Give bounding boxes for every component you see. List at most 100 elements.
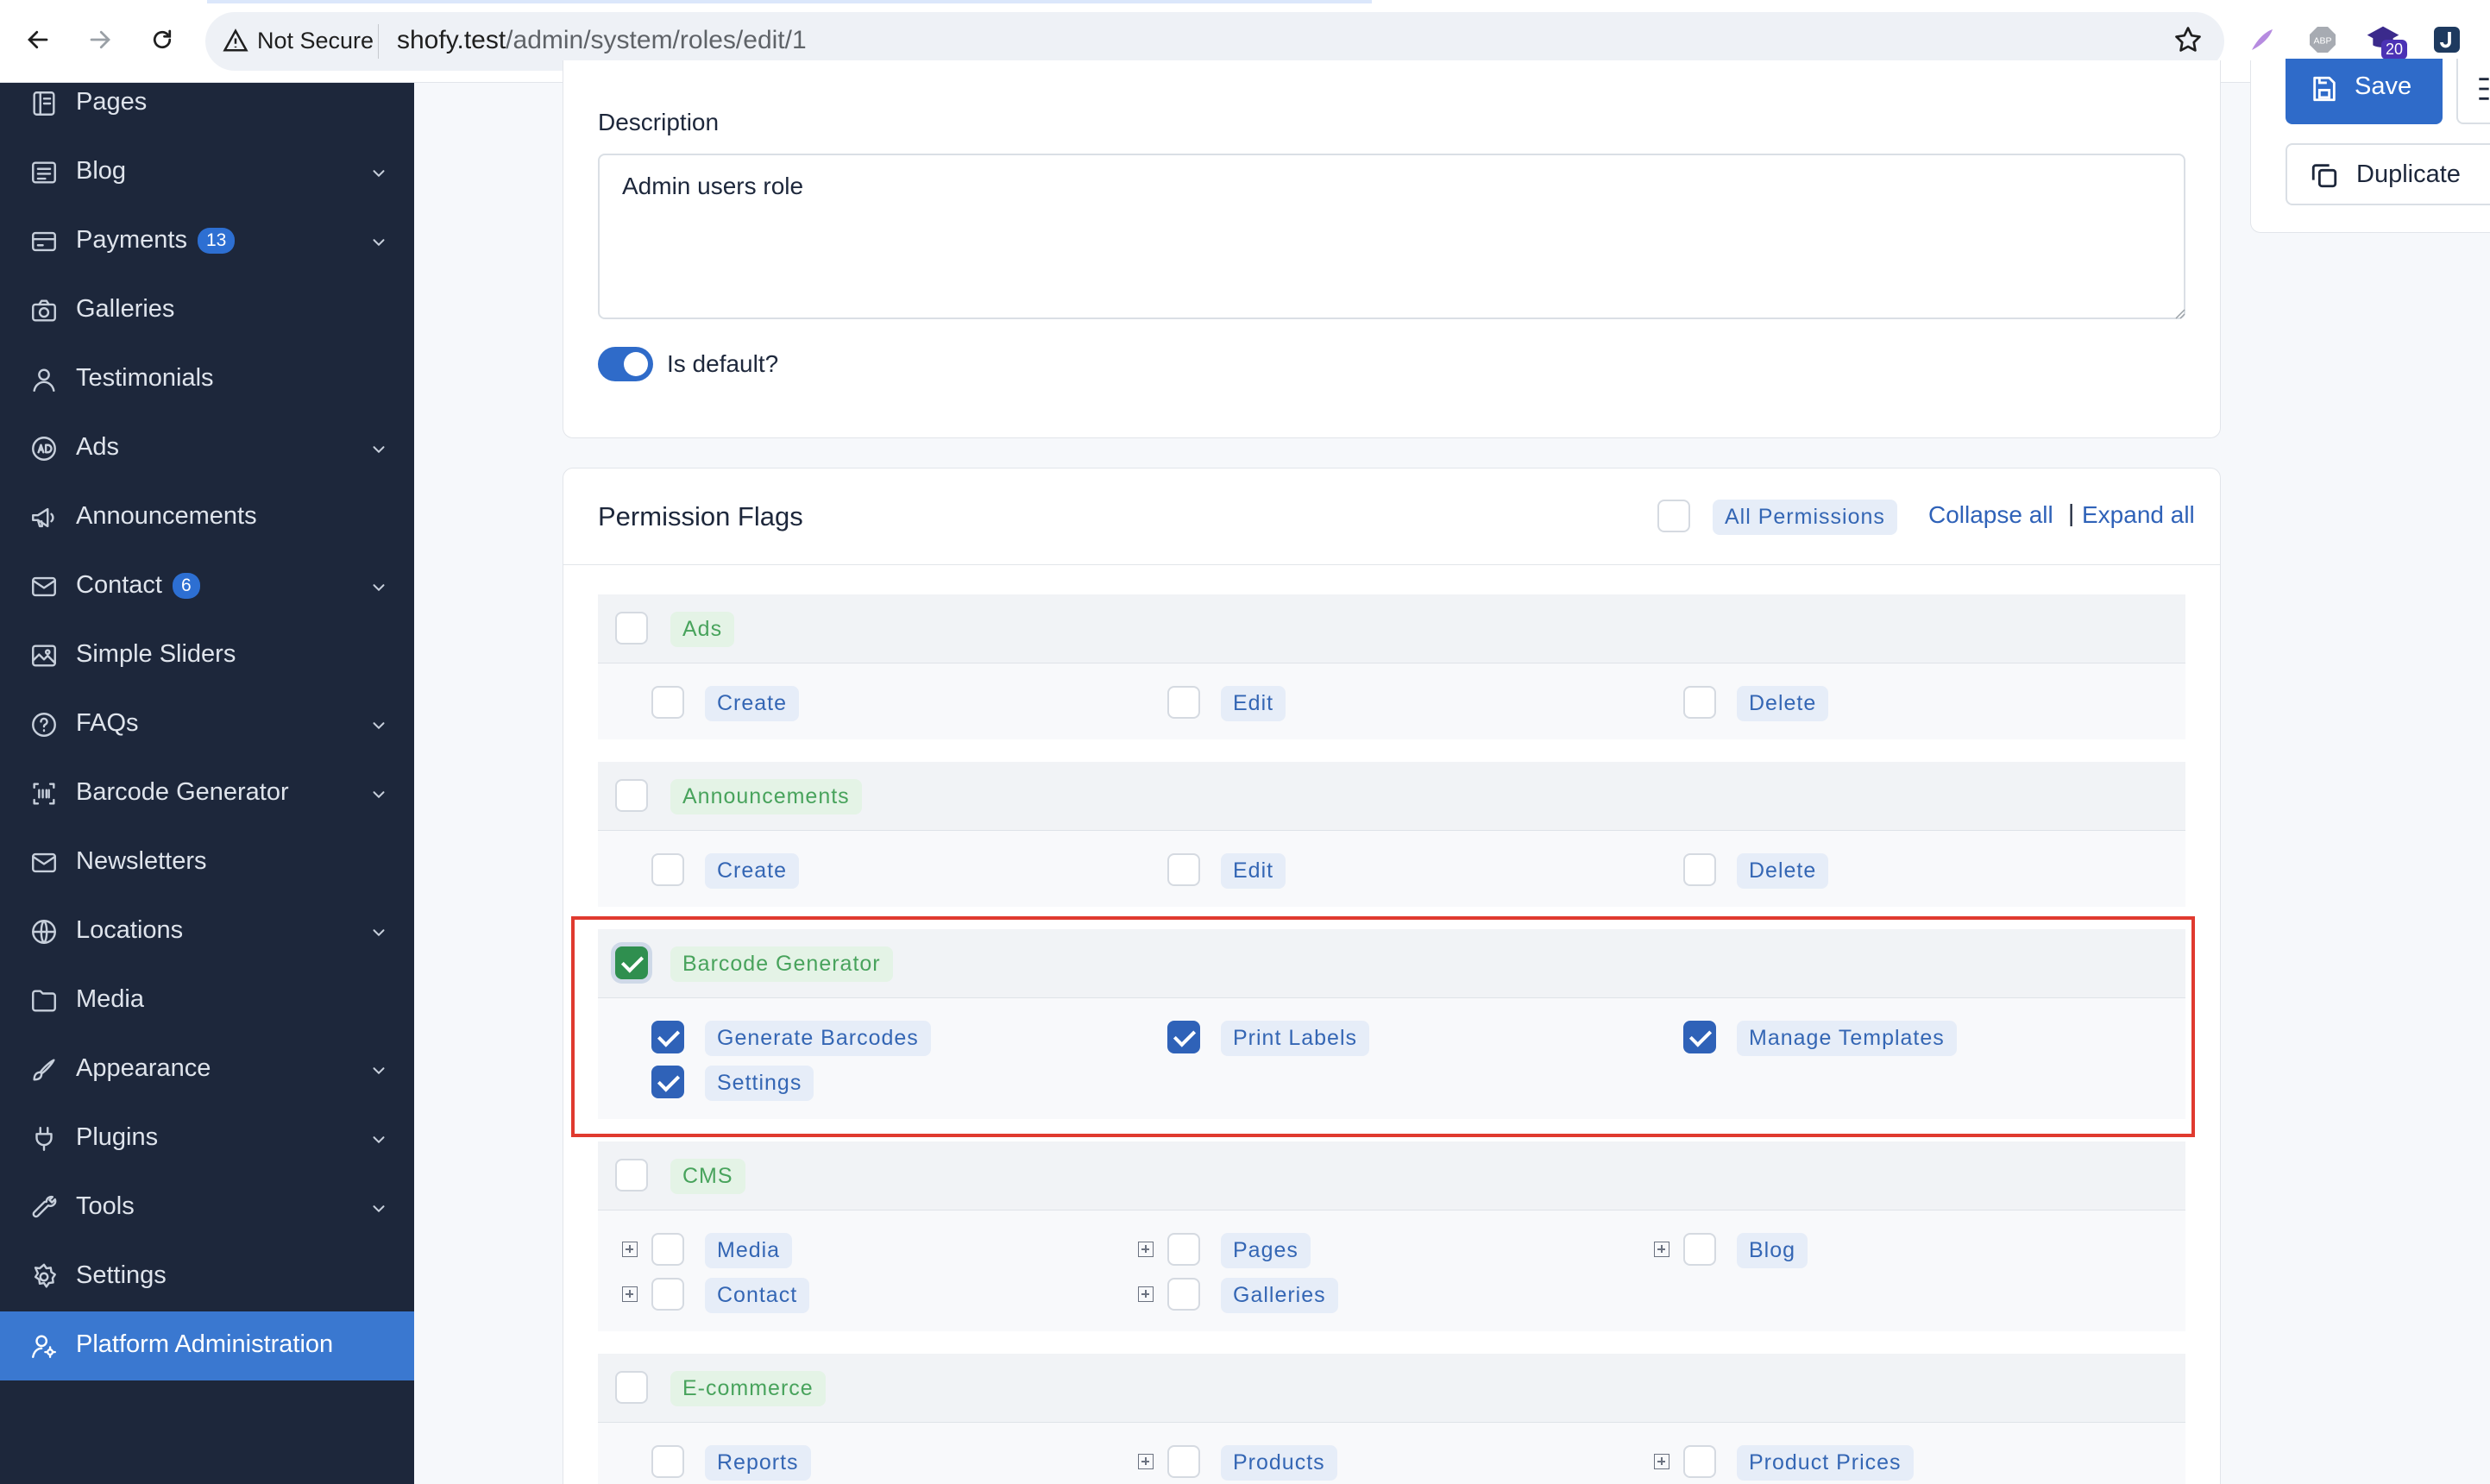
permission-label[interactable]: Print Labels: [1221, 1021, 1370, 1056]
back-button[interactable]: [17, 19, 59, 60]
sidebar-item-simple-sliders[interactable]: Simple Sliders: [0, 621, 414, 690]
permission-checkbox[interactable]: [651, 1021, 684, 1053]
expand-all-link[interactable]: Expand all: [2082, 501, 2195, 529]
sidebar-item-payments[interactable]: Payments 13: [0, 207, 414, 276]
group-name[interactable]: Barcode Generator: [670, 946, 893, 982]
permission-label[interactable]: Manage Templates: [1737, 1021, 1957, 1056]
permission-label[interactable]: Galleries: [1221, 1278, 1338, 1313]
permission-checkbox[interactable]: [651, 1445, 684, 1478]
permission-checkbox[interactable]: [1683, 686, 1716, 719]
permission-label[interactable]: Delete: [1737, 853, 1829, 889]
sidebar-item-locations[interactable]: Locations: [0, 897, 414, 966]
group-checkbox[interactable]: [615, 946, 648, 979]
sidebar-item-pages[interactable]: Pages: [0, 69, 414, 138]
sidebar-item-testimonials[interactable]: Testimonials: [0, 345, 414, 414]
group-name[interactable]: Announcements: [670, 779, 862, 814]
expand-toggle-icon[interactable]: [622, 1286, 638, 1302]
permission-checkbox[interactable]: [1683, 1021, 1716, 1053]
description-textarea[interactable]: Admin users role: [598, 154, 2185, 319]
permission-label[interactable]: Create: [705, 686, 800, 721]
sidebar-item-media[interactable]: Media: [0, 966, 414, 1035]
permission-label[interactable]: Create: [705, 853, 800, 889]
sidebar-item-appearance[interactable]: Appearance: [0, 1035, 414, 1104]
permission-label[interactable]: Product Prices: [1737, 1445, 1914, 1481]
permission-checkbox[interactable]: [651, 1233, 684, 1266]
permission-label[interactable]: Reports: [705, 1445, 811, 1481]
save-button[interactable]: Save: [2286, 59, 2443, 124]
expand-toggle-icon[interactable]: [1654, 1454, 1669, 1469]
resize-handle-icon[interactable]: [2173, 307, 2185, 319]
expand-toggle-icon[interactable]: [1138, 1242, 1154, 1257]
permission-label[interactable]: Products: [1221, 1445, 1337, 1481]
sidebar-item-announcements[interactable]: Announcements: [0, 483, 414, 552]
group-checkbox[interactable]: [615, 779, 648, 812]
permission-checkbox[interactable]: [651, 686, 684, 719]
url-text[interactable]: shofy.test/admin/system/roles/edit/1: [397, 26, 807, 55]
permission-checkbox[interactable]: [1683, 1233, 1716, 1266]
sidebar-item-text: FAQs: [76, 709, 139, 737]
permission-label[interactable]: Settings: [705, 1066, 814, 1101]
sidebar-item-barcode-generator[interactable]: Barcode Generator: [0, 759, 414, 828]
sidebar-item-galleries[interactable]: Galleries: [0, 276, 414, 345]
permission-label[interactable]: Edit: [1221, 686, 1286, 721]
sidebar-item-settings[interactable]: Settings: [0, 1242, 414, 1311]
j-extension-icon[interactable]: [2431, 24, 2462, 55]
sidebar-item-platform-administration[interactable]: Platform Administration: [0, 1311, 414, 1380]
permission-checkbox[interactable]: [1167, 1233, 1200, 1266]
sidebar-item-text: Tools: [76, 1192, 135, 1220]
permission-checkbox[interactable]: [1167, 1445, 1200, 1478]
permission-label[interactable]: Contact: [705, 1278, 810, 1313]
permission-checkbox[interactable]: [651, 1066, 684, 1098]
duplicate-button[interactable]: Duplicate: [2286, 143, 2490, 205]
sidebar-item-plugins[interactable]: Plugins: [0, 1104, 414, 1173]
collapse-all-link[interactable]: Collapse all: [1928, 501, 2053, 529]
is-default-toggle[interactable]: [598, 347, 653, 381]
sidebar-item-tools[interactable]: Tools: [0, 1173, 414, 1242]
sidebar-item-contact[interactable]: Contact 6: [0, 552, 414, 621]
permission-label[interactable]: Delete: [1737, 686, 1829, 721]
reload-button[interactable]: [141, 19, 183, 60]
permission-label[interactable]: Pages: [1221, 1233, 1311, 1268]
permission-checkbox[interactable]: [1167, 1021, 1200, 1053]
permission-label[interactable]: Blog: [1737, 1233, 1808, 1268]
grad-cap-extension[interactable]: 20: [2366, 21, 2408, 62]
sidebar-item-faqs[interactable]: FAQs: [0, 690, 414, 759]
permission-checkbox[interactable]: [1167, 1278, 1200, 1311]
group-checkbox[interactable]: [615, 612, 648, 645]
sidebar-item-text: Payments: [76, 226, 187, 254]
copy-icon: [2311, 164, 2337, 188]
permission-label[interactable]: Generate Barcodes: [705, 1021, 931, 1056]
permission-label[interactable]: Edit: [1221, 853, 1286, 889]
all-permissions-label[interactable]: All Permissions: [1713, 500, 1897, 535]
security-label[interactable]: Not Secure: [257, 28, 374, 54]
feather-extension-icon[interactable]: [2247, 24, 2278, 55]
expand-toggle-icon[interactable]: [1138, 1454, 1154, 1469]
permission-checkbox[interactable]: [651, 1278, 684, 1311]
sidebar-item-ads[interactable]: Ads: [0, 414, 414, 483]
extension-badge: 20: [2381, 40, 2408, 60]
all-permissions-checkbox[interactable]: [1657, 500, 1690, 532]
expand-toggle-icon[interactable]: [1654, 1242, 1669, 1257]
group-checkbox[interactable]: [615, 1159, 648, 1192]
save-label: Save: [2355, 72, 2412, 100]
barcode-icon: [33, 783, 55, 805]
permission-checkbox[interactable]: [1167, 686, 1200, 719]
forward-button[interactable]: [79, 19, 121, 60]
permission-checkbox[interactable]: [1167, 853, 1200, 886]
sidebar-item-blog[interactable]: Blog: [0, 138, 414, 207]
group-name[interactable]: E-commerce: [670, 1371, 826, 1406]
group-name[interactable]: CMS: [670, 1159, 745, 1194]
permission-label[interactable]: Media: [705, 1233, 793, 1268]
adblock-extension-icon[interactable]: ABP: [2307, 24, 2338, 55]
permission-checkbox[interactable]: [1683, 1445, 1716, 1478]
permission-checkbox[interactable]: [651, 853, 684, 886]
permission-group-header: E-commerce: [598, 1354, 2185, 1423]
group-checkbox[interactable]: [615, 1371, 648, 1404]
sidebar-item-newsletters[interactable]: Newsletters: [0, 828, 414, 897]
permission-checkbox[interactable]: [1683, 853, 1716, 886]
bookmark-star-icon[interactable]: [2172, 24, 2204, 55]
expand-toggle-icon[interactable]: [1138, 1286, 1154, 1302]
expand-toggle-icon[interactable]: [622, 1242, 638, 1257]
group-name[interactable]: Ads: [670, 612, 735, 647]
more-actions-button[interactable]: [2456, 59, 2490, 124]
